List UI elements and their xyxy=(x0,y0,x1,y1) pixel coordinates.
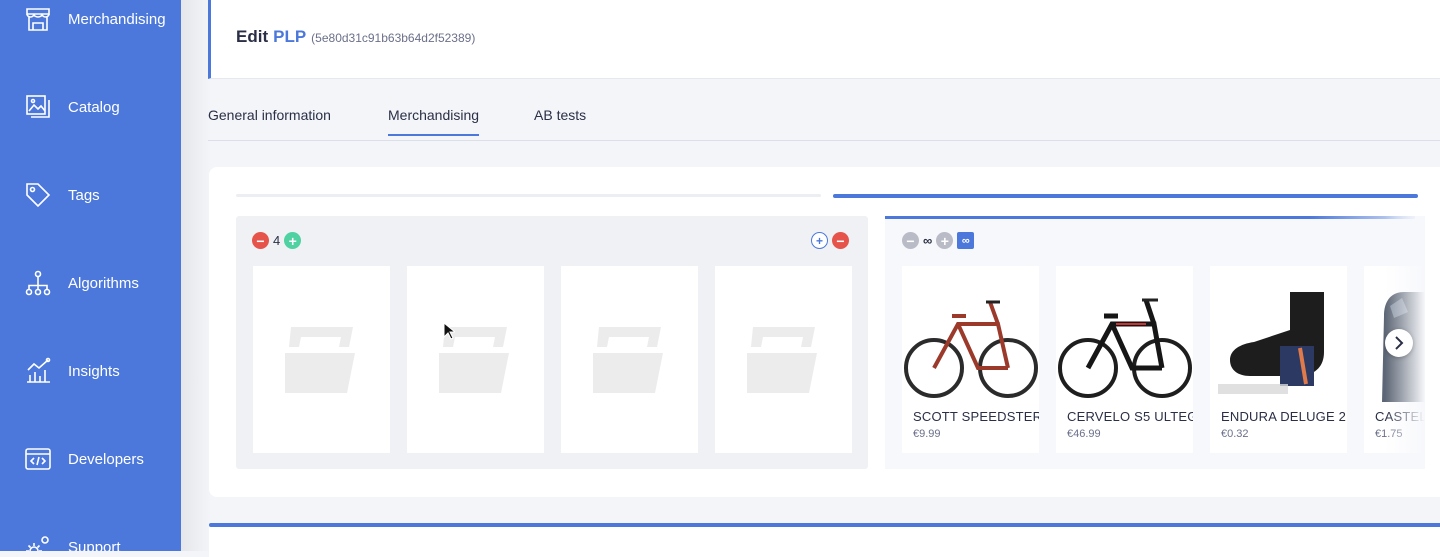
carousel-next-button[interactable] xyxy=(1385,329,1413,357)
store-icon xyxy=(26,8,50,31)
plus-circle-icon[interactable]: + xyxy=(936,232,954,249)
mouse-cursor-icon xyxy=(443,322,455,340)
sidebar-item-label: Tags xyxy=(68,186,100,204)
empty-slot[interactable] xyxy=(407,266,544,453)
insights-icon xyxy=(27,357,51,383)
tab-general-information[interactable]: General information xyxy=(208,107,331,123)
result-count-control: − ∞ + ∞ xyxy=(902,232,975,249)
sidebar-shadow xyxy=(181,0,211,551)
minus-circle-icon[interactable]: − xyxy=(902,232,919,249)
placeholder-logo-icon xyxy=(747,327,817,393)
tab-merchandising[interactable]: Merchandising xyxy=(388,107,480,136)
step-progress-left xyxy=(236,194,821,197)
product-results-panel: − ∞ + ∞ SCOTT SPEEDSTER €9.99 CERVELO S5… xyxy=(885,216,1425,469)
sidebar-item-label: Support xyxy=(68,538,121,552)
sidebar-item-merchandising[interactable]: Merchandising xyxy=(24,5,166,33)
product-card[interactable]: CERVELO S5 ULTEGRA €46.99 xyxy=(1056,266,1193,453)
sidebar-item-label: Catalog xyxy=(68,98,120,116)
result-count: ∞ xyxy=(923,233,933,248)
overshoe-image xyxy=(1218,292,1324,394)
infinity-toggle[interactable]: ∞ xyxy=(957,232,975,249)
title-prefix: Edit xyxy=(236,27,269,46)
add-row-icon[interactable]: + xyxy=(811,232,828,249)
tag-icon xyxy=(26,183,51,208)
row-control: + − xyxy=(811,232,849,249)
sidebar-item-support[interactable]: Support xyxy=(24,533,121,551)
sidebar-item-tags[interactable]: Tags xyxy=(24,181,100,209)
page-title: Edit PLP (5e80d31c91b63b64d2f52389) xyxy=(236,27,475,47)
sidebar-item-algorithms[interactable]: Algorithms xyxy=(24,269,139,297)
product-card[interactable]: SCOTT SPEEDSTER €9.99 xyxy=(902,266,1039,453)
gear-icon xyxy=(26,536,49,551)
merchandising-card: − 4 + + − − ∞ + ∞ SCOTT SPEEDSTER €9.99 … xyxy=(209,167,1440,497)
step-progress-right xyxy=(833,194,1418,198)
minus-circle-icon[interactable]: − xyxy=(252,232,269,249)
panel-accent-bar xyxy=(885,216,1415,219)
sidebar-item-insights[interactable]: Insights xyxy=(24,357,120,385)
pinned-slots-panel: − 4 + + − xyxy=(236,216,868,469)
placeholder-logo-icon xyxy=(285,327,355,393)
slot-count-control: − 4 + xyxy=(252,232,302,249)
page-header: Edit PLP (5e80d31c91b63b64d2f52389) xyxy=(208,0,1440,79)
product-name: ENDURA DELUGE 2 xyxy=(1221,409,1347,424)
code-icon xyxy=(25,448,51,470)
product-price: €9.99 xyxy=(913,428,941,440)
product-name: CERVELO S5 ULTEGRA xyxy=(1067,409,1193,424)
sidebar-item-developers[interactable]: Developers xyxy=(24,445,144,473)
slot-count: 4 xyxy=(273,233,281,248)
bicycle-image xyxy=(904,300,1038,398)
placeholder-logo-icon xyxy=(593,327,663,393)
algorithm-icon xyxy=(25,270,51,296)
next-section-card xyxy=(209,527,1440,557)
object-id: (5e80d31c91b63b64d2f52389) xyxy=(311,31,476,45)
plus-circle-icon[interactable]: + xyxy=(284,232,302,249)
sidebar-item-label: Algorithms xyxy=(68,274,139,292)
sidebar-item-label: Merchandising xyxy=(68,10,166,28)
sidebar-item-catalog[interactable]: Catalog xyxy=(24,93,120,121)
tab-ab-tests[interactable]: AB tests xyxy=(534,107,586,123)
catalog-icon xyxy=(26,95,50,118)
tab-bar: General information Merchandising AB tes… xyxy=(208,96,1440,141)
product-price: €46.99 xyxy=(1067,428,1101,440)
product-card[interactable]: ENDURA DELUGE 2 €0.32 xyxy=(1210,266,1347,453)
sidebar-item-label: Insights xyxy=(68,362,120,380)
chevron-right-icon xyxy=(1395,336,1404,350)
product-price: €0.32 xyxy=(1221,428,1249,440)
empty-slot[interactable] xyxy=(561,266,698,453)
product-name: SCOTT SPEEDSTER xyxy=(913,409,1039,424)
title-highlight: PLP xyxy=(273,27,307,46)
sidebar-item-label: Developers xyxy=(68,450,144,468)
empty-slot[interactable] xyxy=(715,266,852,453)
bicycle-image xyxy=(1058,298,1192,398)
empty-slot[interactable] xyxy=(253,266,390,453)
sidebar: Merchandising Catalog Tags Algorithms In… xyxy=(0,0,181,551)
remove-row-icon[interactable]: − xyxy=(832,232,849,249)
